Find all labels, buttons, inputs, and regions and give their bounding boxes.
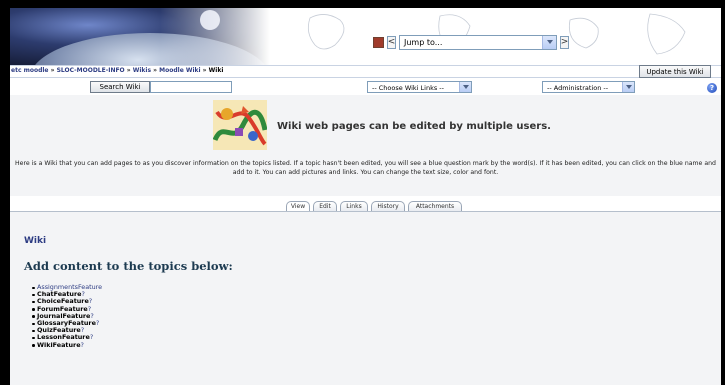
page: < Jump to... > etc moodle » SLOC-MOODLE-… [10, 8, 721, 385]
update-wiki-button[interactable]: Update this Wiki [639, 65, 711, 78]
wiki-intro-section: Wiki web pages can be edited by multiple… [10, 95, 721, 205]
create-page-link[interactable]: ? [81, 341, 84, 349]
wiki-content: Wiki Add content to the topics below: As… [10, 212, 721, 385]
jump-to-value: Jump to... [404, 37, 443, 47]
course-icon [373, 36, 384, 48]
wiki-tabs: View Edit Links History Attachments [10, 196, 721, 212]
chevron-down-icon [622, 82, 634, 92]
list-item: WikiFeature? [32, 340, 102, 349]
chevron-down-icon [459, 82, 471, 92]
tab-edit[interactable]: Edit [313, 201, 337, 211]
administration-select[interactable]: -- Administration -- [542, 81, 635, 93]
tab-links[interactable]: Links [340, 201, 368, 211]
next-button[interactable]: > [560, 35, 569, 49]
wiki-illustration [213, 100, 267, 150]
wiki-links-value: -- Choose Wiki Links -- [372, 84, 445, 92]
site-banner: < Jump to... > [10, 8, 721, 65]
create-page-link[interactable]: ? [90, 333, 93, 341]
breadcrumb-link-moodle-wiki[interactable]: Moodle Wiki [159, 67, 200, 74]
breadcrumb-link-site[interactable]: etc moodle [11, 67, 49, 74]
page-heading: Add content to the topics below: [24, 259, 233, 273]
breadcrumb-bar: etc moodle » SLOC-MOODLE-INFO » Wikis » … [10, 65, 721, 78]
breadcrumb-separator: » [202, 67, 207, 74]
chevron-down-icon [542, 35, 556, 49]
topic-list: AssignmentsFeature ChatFeature? ChoiceFe… [32, 283, 102, 349]
search-input[interactable] [150, 81, 232, 93]
intro-text: Here is a Wiki that you can add pages to… [15, 160, 716, 176]
breadcrumb-current: Wiki [208, 67, 224, 74]
breadcrumb: etc moodle » SLOC-MOODLE-INFO » Wikis » … [11, 67, 223, 74]
help-icon[interactable]: ? [707, 83, 717, 93]
topic-label: WikiFeature [37, 340, 81, 349]
tab-view[interactable]: View [286, 201, 310, 211]
banner-image [10, 8, 686, 65]
wiki-links-select[interactable]: -- Choose Wiki Links -- [367, 81, 472, 93]
breadcrumb-separator: » [126, 67, 131, 74]
jump-to-control: < Jump to... > [373, 34, 569, 50]
previous-button[interactable]: < [387, 35, 396, 49]
wiki-title: Wiki [24, 236, 47, 246]
search-wiki-button[interactable]: Search Wiki [90, 81, 150, 93]
breadcrumb-link-course[interactable]: SLOC-MOODLE-INFO [57, 67, 125, 74]
breadcrumb-link-wikis[interactable]: Wikis [133, 67, 151, 74]
jump-to-select[interactable]: Jump to... [399, 34, 557, 50]
wiki-controls: Search Wiki -- Choose Wiki Links -- -- A… [10, 79, 721, 95]
tab-history[interactable]: History [371, 201, 405, 211]
intro-headline: Wiki web pages can be edited by multiple… [277, 121, 551, 132]
tab-attachments[interactable]: Attachments [408, 201, 462, 211]
create-page-link[interactable]: ? [96, 319, 99, 327]
breadcrumb-separator: » [50, 67, 55, 74]
breadcrumb-separator: » [153, 67, 158, 74]
administration-value: -- Administration -- [547, 84, 609, 92]
